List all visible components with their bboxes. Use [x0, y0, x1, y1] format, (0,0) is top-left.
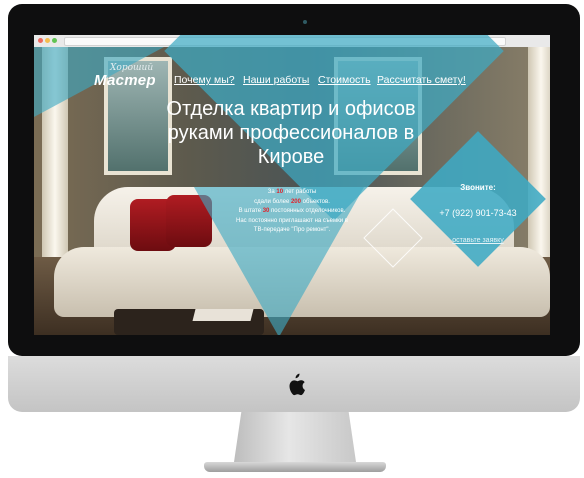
- phone-number[interactable]: +7 (922) 901-73-43: [426, 208, 530, 218]
- close-window-icon[interactable]: [38, 38, 43, 43]
- call-label: Звоните:: [460, 183, 496, 192]
- copy-line-years: За 10 лет работы: [212, 188, 372, 198]
- maximize-window-icon[interactable]: [52, 38, 57, 43]
- table-books: [192, 309, 254, 321]
- screen: Хороший Мастер Почему мы? Наши работы Ст…: [34, 35, 550, 335]
- monitor-stand: [234, 412, 356, 462]
- copy-text: постоянных отделочников.: [269, 208, 346, 215]
- copy-text: лет работы: [283, 189, 317, 195]
- copy-line-staff: В штате 30 постоянных отделочников.: [212, 207, 372, 217]
- copy-line-tv: Нас постоянно приглашают на съемки в: [236, 217, 348, 224]
- nav-calculate-estimate[interactable]: Рассчитать смету!: [377, 74, 466, 86]
- copy-line-objects: сдали более 200 объектов.: [212, 198, 372, 208]
- nav-price[interactable]: Стоимость: [318, 74, 371, 86]
- nav-why-us[interactable]: Почему мы?: [174, 74, 235, 86]
- apple-logo-icon: [289, 373, 305, 396]
- logo[interactable]: Мастер: [94, 72, 156, 89]
- copy-text: объектов.: [300, 198, 330, 205]
- minimize-window-icon[interactable]: [45, 38, 50, 43]
- leave-request-link[interactable]: оставьте заявку: [438, 237, 518, 244]
- monitor-stand-base: [204, 462, 386, 472]
- nav-our-works[interactable]: Наши работы: [243, 74, 309, 86]
- hero-section: Хороший Мастер Почему мы? Наши работы Ст…: [34, 35, 550, 335]
- objects-count: 200: [290, 198, 301, 205]
- hero-copy: За 10 лет работы сдали более 200 объекто…: [212, 188, 372, 236]
- copy-text: сдали более: [254, 198, 291, 205]
- hero-headline: Отделка квартир и офисов руками професси…: [166, 98, 416, 168]
- copy-text: В штате: [238, 208, 263, 215]
- copy-line-tv-show: ТВ-передаче "Про ремонт".: [253, 227, 331, 234]
- camera-dot: [303, 20, 307, 24]
